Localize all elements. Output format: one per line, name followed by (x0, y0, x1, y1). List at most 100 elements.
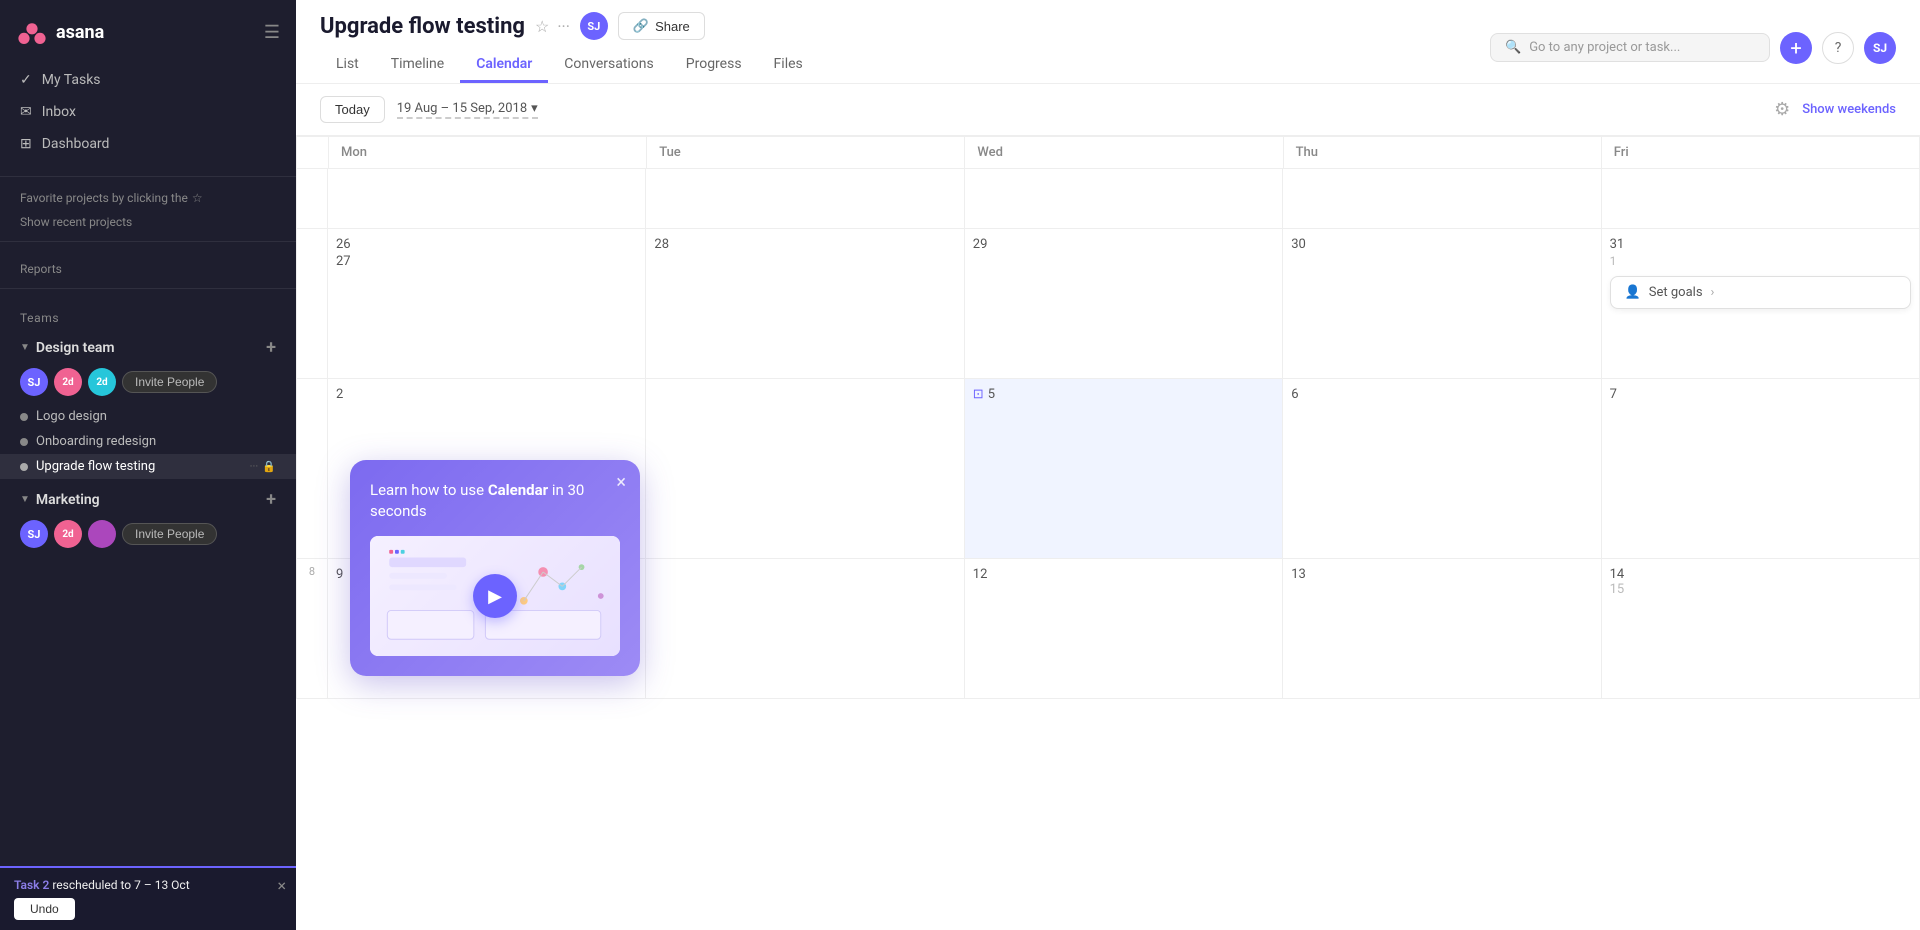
tab-timeline[interactable]: Timeline (375, 48, 460, 83)
cal-cell-2-4[interactable]: 7 (1602, 379, 1920, 559)
calendar-settings-icon[interactable]: ⚙ (1774, 99, 1790, 120)
design-invite-btn[interactable]: Invite People (122, 371, 217, 393)
cal-cell-0-2[interactable] (965, 169, 1283, 229)
cal-header-fri: Fri (1602, 137, 1920, 169)
sidebar-toggle-icon[interactable]: ☰ (264, 22, 280, 43)
teams-header: Teams (0, 305, 296, 331)
cal-cell-1-0[interactable]: 26 27 (328, 229, 646, 379)
cal-cell-3-1[interactable] (646, 559, 964, 699)
cal-num-14: 14 (1610, 567, 1911, 582)
corner-cell (297, 137, 329, 169)
topbar-icons: ☆ ··· (535, 17, 570, 36)
help-button[interactable]: ? (1822, 32, 1854, 64)
cal-num-31: 31 (1610, 237, 1911, 252)
tab-list[interactable]: List (320, 48, 375, 83)
add-button[interactable]: + (1780, 32, 1812, 64)
marketing-team-header[interactable]: ▼ Marketing + (0, 483, 296, 516)
cal-num-1: 1 (1610, 254, 1911, 268)
undo-button[interactable]: Undo (14, 898, 75, 920)
video-thumbnail[interactable]: ▶ (370, 536, 620, 656)
share-icon: 🔗 (633, 18, 649, 34)
sidebar-nav: ✓ My Tasks ✉ Inbox ⊞ Dashboard (0, 56, 296, 168)
video-popup-title: Learn how to use Calendar in 30 seconds (370, 480, 620, 522)
cal-side-2 (296, 379, 328, 559)
sidebar-item-my-tasks[interactable]: ✓ My Tasks (0, 64, 296, 96)
teams-section: Teams ▼ Design team + SJ 2d 2d Invite Pe… (0, 297, 296, 568)
project-title: Upgrade flow testing (320, 14, 525, 39)
cal-cell-1-3[interactable]: 30 (1283, 229, 1601, 379)
sidebar-item-dashboard[interactable]: ⊞ Dashboard (0, 128, 296, 160)
notification-message: rescheduled to 7 – 13 Oct (49, 878, 189, 892)
show-recent-projects[interactable]: Show recent projects (0, 211, 296, 233)
cal-cell-1-1[interactable]: 28 (646, 229, 964, 379)
cal-cell-0-0[interactable] (328, 169, 646, 229)
marketing-team-add-btn[interactable]: + (266, 489, 276, 510)
set-goals-event[interactable]: 👤 Set goals › (1610, 276, 1911, 309)
cal-header-thu: Thu (1284, 137, 1602, 169)
project-dot (20, 438, 28, 446)
today-button[interactable]: Today (320, 96, 385, 123)
star-icon[interactable]: ☆ (535, 17, 549, 36)
avatar-sj-mkt[interactable]: SJ (20, 520, 48, 548)
marketing-team-members: SJ 2d Invite People (0, 516, 296, 556)
cal-cell-0-4[interactable] (1602, 169, 1920, 229)
design-team-members: SJ 2d 2d Invite People (0, 364, 296, 404)
cal-num-13: 13 (1291, 567, 1592, 582)
tab-calendar[interactable]: Calendar (460, 48, 548, 83)
design-team-add-btn[interactable]: + (266, 337, 276, 358)
notification-close-btn[interactable]: × (277, 876, 286, 895)
design-team-header[interactable]: ▼ Design team + (0, 331, 296, 364)
avatar-2d-teal[interactable]: 2d (88, 368, 116, 396)
show-weekends-btn[interactable]: Show weekends (1802, 102, 1896, 117)
cal-cell-1-2[interactable]: 29 (965, 229, 1283, 379)
cal-cell-3-4[interactable]: 14 15 (1602, 559, 1920, 699)
share-button[interactable]: 🔗 Share (618, 12, 705, 40)
project-more-icon[interactable]: ··· (250, 460, 259, 473)
user-avatar-topbar[interactable]: SJ (580, 12, 608, 40)
avatar-purple-mkt[interactable] (88, 520, 116, 548)
reports-label: Reports (0, 258, 296, 280)
cal-cell-3-3[interactable]: 13 (1283, 559, 1601, 699)
cal-cell-2-1[interactable] (646, 379, 964, 559)
cal-num-6: 6 (1291, 387, 1592, 402)
project-onboarding-redesign[interactable]: Onboarding redesign (0, 429, 296, 454)
sidebar: asana ☰ ✓ My Tasks ✉ Inbox ⊞ Dashboard F… (0, 0, 296, 930)
play-button[interactable]: ▶ (473, 574, 517, 618)
cal-num-29: 29 (973, 237, 1274, 252)
cal-cell-2-3[interactable]: 6 (1283, 379, 1601, 559)
tabs-bar: List Timeline Calendar Conversations Pro… (320, 48, 819, 83)
tab-conversations[interactable]: Conversations (548, 48, 669, 83)
cal-cell-3-2[interactable]: 12 (965, 559, 1283, 699)
cal-week-row-1: 26 27 28 29 30 31 1 👤 Set goals (296, 229, 1920, 379)
tab-files[interactable]: Files (758, 48, 819, 83)
sidebar-item-inbox[interactable]: ✉ Inbox (0, 96, 296, 128)
cal-num-7: 7 (1610, 387, 1911, 402)
avatar-2d-pink[interactable]: 2d (54, 368, 82, 396)
cal-cell-0-1[interactable] (646, 169, 964, 229)
cal-cell-2-2[interactable]: ⊡ 5 (965, 379, 1283, 559)
my-tasks-icon: ✓ (20, 72, 32, 88)
topbar: Upgrade flow testing ☆ ··· SJ 🔗 Share Li… (296, 0, 1920, 84)
chevron-down-icon: ▾ (531, 101, 538, 116)
project-logo-design[interactable]: Logo design (0, 404, 296, 429)
cal-cell-1-4[interactable]: 31 1 👤 Set goals › (1602, 229, 1920, 379)
search-bar[interactable]: 🔍 Go to any project or task... (1490, 33, 1770, 62)
more-icon[interactable]: ··· (557, 17, 570, 36)
avatar-sj[interactable]: SJ (20, 368, 48, 396)
cal-num-26: 26 (336, 237, 637, 252)
video-popup-close-btn[interactable]: × (616, 472, 626, 493)
project-dot-active (20, 463, 28, 471)
date-range-picker[interactable]: 19 Aug – 15 Sep, 2018 ▾ (397, 101, 538, 119)
cal-num-2: 2 (336, 387, 637, 402)
tab-progress[interactable]: Progress (670, 48, 758, 83)
avatar-2d-mkt[interactable]: 2d (54, 520, 82, 548)
marketing-invite-btn[interactable]: Invite People (122, 523, 217, 545)
cal-cell-0-3[interactable] (1283, 169, 1601, 229)
calendar-toolbar-left: Today 19 Aug – 15 Sep, 2018 ▾ (320, 96, 538, 123)
calendar-headers: Mon Tue Wed Thu Fri (296, 136, 1920, 169)
project-upgrade-flow[interactable]: Upgrade flow testing ··· 🔒 (0, 454, 296, 479)
user-avatar-top-right[interactable]: SJ (1864, 32, 1896, 64)
cal-num-30: 30 (1291, 237, 1592, 252)
cal-header-wed: Wed (965, 137, 1283, 169)
cal-week-row-0 (296, 169, 1920, 229)
